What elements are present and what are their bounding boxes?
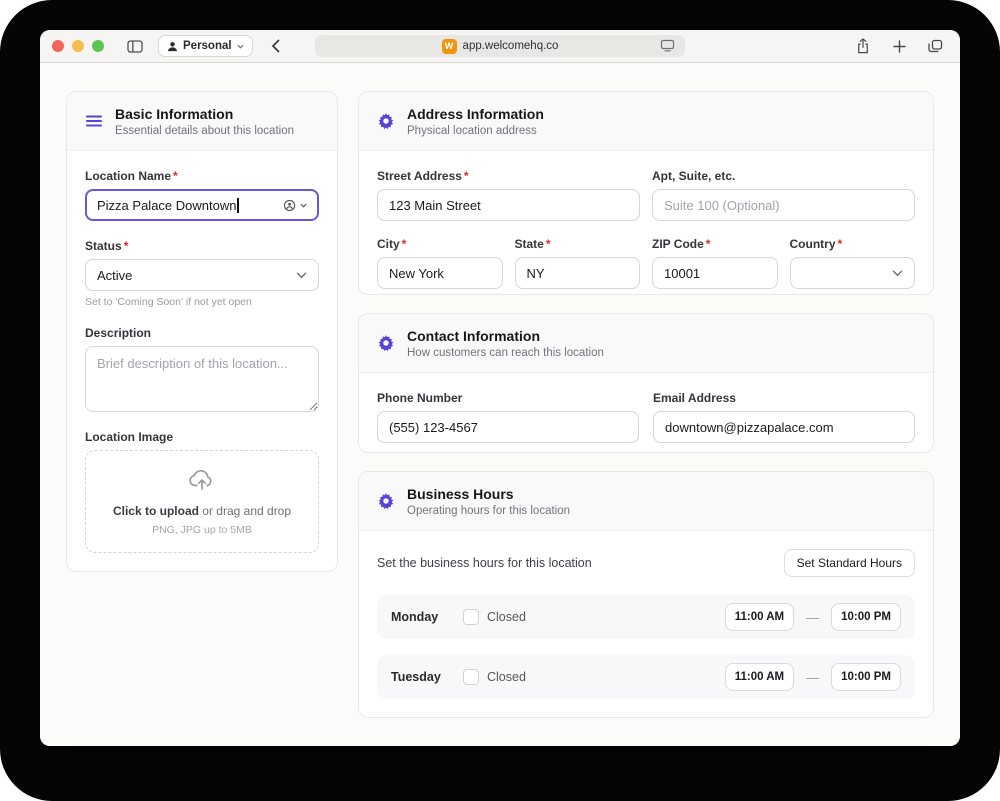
closed-checkbox[interactable] [463,669,479,685]
required-asterisk: * [706,237,711,251]
street-address-label: Street Address* [377,169,640,183]
day-row-monday: Monday Closed 11:00 AM — 10:00 PM [377,595,915,639]
day-name: Monday [391,610,453,624]
basic-information-header: Basic Information Essential details abou… [67,92,337,151]
browser-window: Personal W app.welcomehq.co [40,30,960,746]
close-time-input[interactable]: 10:00 PM [831,663,901,691]
tab-overview-icon[interactable] [922,34,948,58]
open-time-input[interactable]: 11:00 AM [725,603,794,631]
location-name-value: Pizza Palace Downtown [97,198,236,213]
profile-label: Personal [183,40,232,52]
day-name: Tuesday [391,670,453,684]
basic-information-card: Basic Information Essential details abou… [66,91,338,572]
required-asterisk: * [173,169,178,183]
gear-icon [377,113,395,129]
zip-code-input[interactable] [652,257,778,289]
required-asterisk: * [546,237,551,251]
autofill-contact-icon[interactable] [283,198,307,213]
closed-label: Closed [487,670,526,684]
chevron-down-icon [892,270,903,277]
city-input[interactable] [377,257,503,289]
street-address-input[interactable] [377,189,640,221]
required-asterisk: * [464,169,469,183]
time-separator: — [806,610,819,625]
apt-suite-input[interactable] [652,189,915,221]
state-input[interactable] [515,257,641,289]
phone-number-input[interactable] [377,411,639,443]
gear-icon [377,335,395,351]
chevron-down-icon [237,44,244,49]
card-subtitle: Essential details about this location [115,125,294,137]
location-name-input[interactable]: Pizza Palace Downtown [85,189,319,221]
email-address-input[interactable] [653,411,915,443]
text-caret [237,198,239,213]
closed-label: Closed [487,610,526,624]
open-time-input[interactable]: 11:00 AM [725,663,794,691]
required-asterisk: * [838,237,843,251]
apt-suite-label: Apt, Suite, etc. [652,169,915,183]
contact-information-card: Contact Information How customers can re… [358,313,934,453]
status-select[interactable]: Active [85,259,319,291]
minimize-window-button[interactable] [72,40,84,52]
address-information-header: Address Information Physical location ad… [359,92,933,151]
chevron-down-icon [296,272,307,279]
card-subtitle: Physical location address [407,125,544,137]
location-image-label: Location Image [85,430,319,444]
set-standard-hours-button[interactable]: Set Standard Hours [784,549,915,577]
card-title: Basic Information [115,105,294,123]
card-subtitle: How customers can reach this location [407,347,604,359]
hours-intro-text: Set the business hours for this location [377,556,592,570]
sidebar-toggle-icon[interactable] [122,34,148,58]
card-subtitle: Operating hours for this location [407,505,570,517]
image-upload-dropzone[interactable]: Click to upload or drag and drop PNG, JP… [85,450,319,553]
page-content: Basic Information Essential details abou… [40,63,960,746]
upload-hint: PNG, JPG up to 5MB [96,524,308,536]
upload-instructions: Click to upload or drag and drop [96,504,308,518]
page-settings-icon[interactable] [660,39,675,55]
status-helper-text: Set to 'Coming Soon' if not yet open [85,296,319,308]
back-button[interactable] [263,34,289,58]
city-label: City* [377,237,503,251]
location-name-label: Location Name* [85,169,319,183]
day-row-tuesday: Tuesday Closed 11:00 AM — 10:00 PM [377,655,915,699]
address-bar[interactable]: W app.welcomehq.co [315,35,685,57]
close-window-button[interactable] [52,40,64,52]
share-icon[interactable] [850,34,876,58]
email-address-label: Email Address [653,391,915,405]
profile-switcher[interactable]: Personal [158,35,253,57]
upload-cloud-icon [189,469,215,491]
business-hours-header: Business Hours Operating hours for this … [359,472,933,531]
card-title: Address Information [407,105,544,123]
contact-information-header: Contact Information How customers can re… [359,314,933,373]
person-icon [167,41,178,52]
zoom-window-button[interactable] [92,40,104,52]
state-label: State* [515,237,641,251]
address-information-card: Address Information Physical location ad… [358,91,934,295]
site-favicon: W [442,39,457,54]
close-time-input[interactable]: 10:00 PM [831,603,901,631]
new-tab-icon[interactable] [886,34,912,58]
phone-number-label: Phone Number [377,391,639,405]
required-asterisk: * [124,239,129,253]
closed-checkbox[interactable] [463,609,479,625]
card-title: Business Hours [407,485,570,503]
card-title: Contact Information [407,327,604,345]
status-label: Status* [85,239,319,253]
url-text: app.welcomehq.co [463,40,559,52]
description-label: Description [85,326,319,340]
business-hours-card: Business Hours Operating hours for this … [358,471,934,718]
menu-lines-icon [85,115,103,127]
browser-toolbar: Personal W app.welcomehq.co [40,30,960,63]
zip-code-label: ZIP Code* [652,237,778,251]
description-textarea[interactable] [85,346,319,412]
time-separator: — [806,670,819,685]
traffic-lights [52,40,104,52]
gear-icon [377,493,395,509]
country-label: Country* [790,237,916,251]
status-value: Active [97,268,132,283]
country-select[interactable] [790,257,916,289]
required-asterisk: * [402,237,407,251]
